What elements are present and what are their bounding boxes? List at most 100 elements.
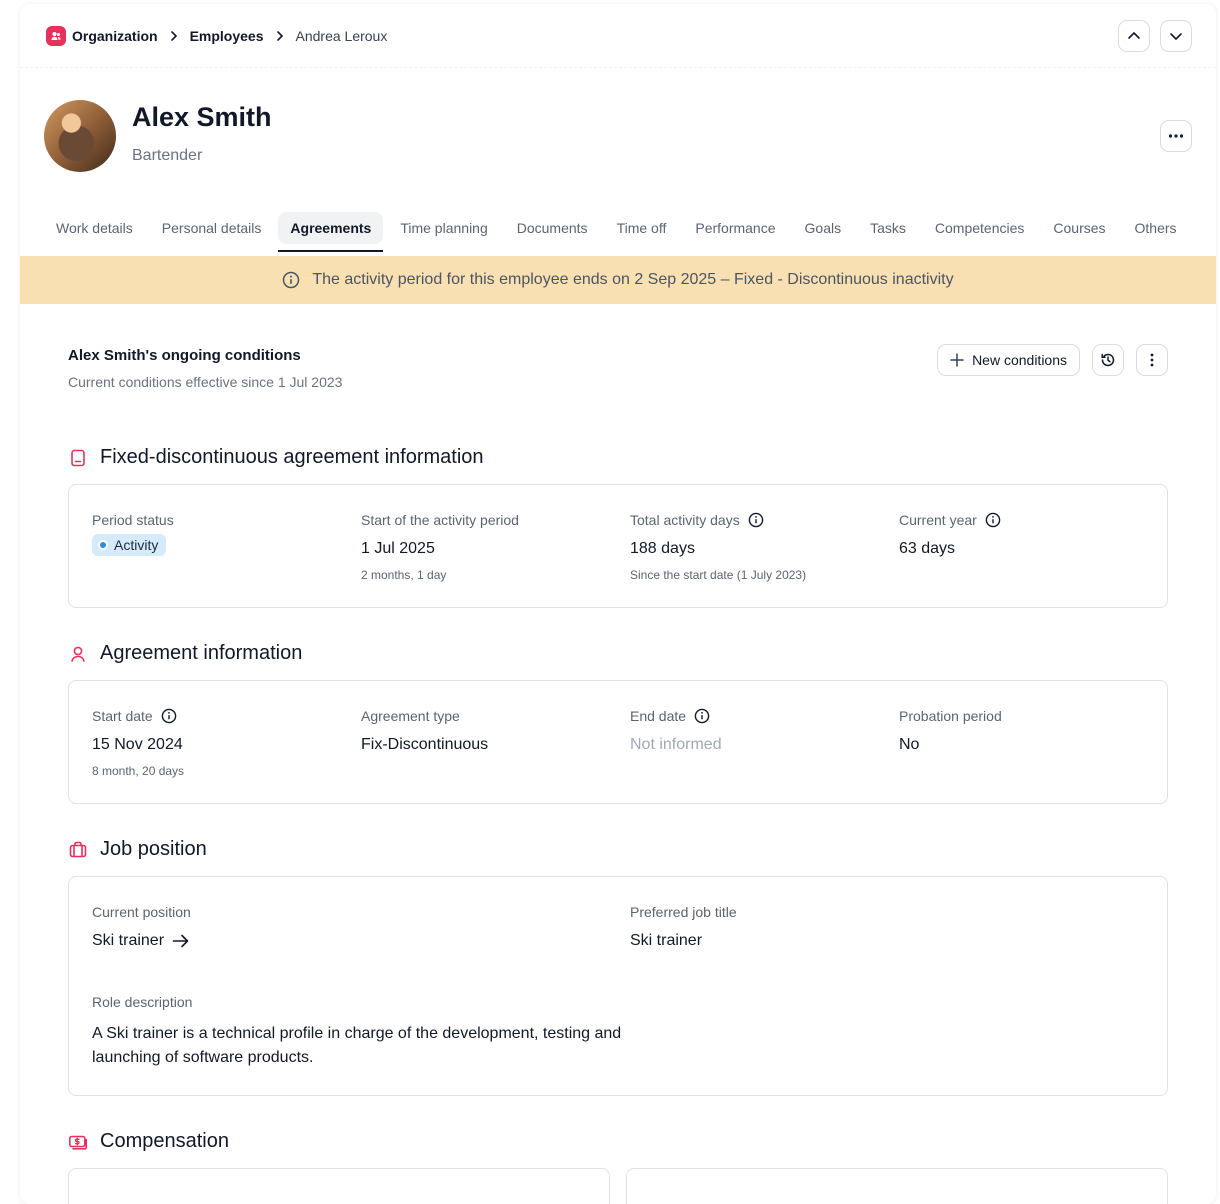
current-position-link[interactable]: Ski trainer <box>92 932 191 950</box>
history-button[interactable] <box>1092 344 1124 376</box>
role-description-label: Role description <box>92 994 193 1010</box>
tab-courses[interactable]: Courses <box>1041 212 1117 244</box>
info-icon[interactable] <box>161 708 177 724</box>
start-date-label-row: Start date <box>92 708 184 724</box>
conditions-subtitle: Current conditions effective since 1 Jul… <box>68 374 343 390</box>
tab-tasks[interactable]: Tasks <box>858 212 918 244</box>
tab-performance[interactable]: Performance <box>683 212 787 244</box>
preferred-title-label: Preferred job title <box>630 904 737 920</box>
tab-time-planning[interactable]: Time planning <box>388 212 499 244</box>
briefcase-icon <box>69 841 87 857</box>
agreement-type-value: Fix-Discontinuous <box>361 736 489 753</box>
info-icon[interactable] <box>694 708 710 724</box>
chevron-up-icon <box>1128 31 1140 39</box>
document-icon <box>71 449 85 466</box>
end-date-value: Not informed <box>630 736 722 753</box>
compensation-section-title: Compensation <box>68 1130 229 1153</box>
status-badge-text: Activity <box>114 537 159 553</box>
activity-start-field: Start of the activity period 1 Jul 2025 … <box>361 512 519 582</box>
chevron-down-icon <box>1170 33 1182 41</box>
compensation-card-left <box>68 1168 610 1204</box>
conditions-menu-button[interactable] <box>1136 344 1168 376</box>
tab-agreements[interactable]: Agreements <box>278 212 384 252</box>
current-year-value: 63 days <box>899 540 956 557</box>
organization-icon <box>46 26 66 46</box>
tab-time-off[interactable]: Time off <box>605 212 679 244</box>
plus-icon <box>950 353 964 367</box>
history-icon <box>1101 353 1115 367</box>
arrow-right-icon <box>172 934 189 948</box>
conditions-actions: New conditions <box>937 344 1168 376</box>
tab-documents[interactable]: Documents <box>505 212 600 244</box>
period-status-field: Period status Activity <box>92 512 174 556</box>
chevron-right-icon <box>170 30 178 42</box>
preferred-title-field: Preferred job title Ski trainer <box>630 904 737 950</box>
person-icon <box>71 646 85 662</box>
money-icon <box>68 1135 87 1150</box>
current-position-label: Current position <box>92 904 191 920</box>
tab-bar: Work details Personal details Agreements… <box>44 212 1194 252</box>
tab-personal-details[interactable]: Personal details <box>150 212 274 244</box>
banner-text: The activity period for this employee en… <box>312 271 954 288</box>
end-date-label: End date <box>630 708 687 724</box>
fixed-section-title: Fixed-discontinuous agreement informatio… <box>68 446 484 469</box>
probation-field: Probation period No <box>899 708 1002 754</box>
start-date-field: Start date 15 Nov 2024 8 month, 20 days <box>92 708 184 778</box>
end-date-field: End date Not informed <box>630 708 722 754</box>
agreement-section-title: Agreement information <box>68 642 302 665</box>
employee-role: Bartender <box>132 147 203 164</box>
current-year-label-row: Current year <box>899 512 1001 528</box>
current-year-field: Current year 63 days <box>899 512 1001 558</box>
tab-goals[interactable]: Goals <box>793 212 854 244</box>
start-date-value: 15 Nov 2024 <box>92 736 183 753</box>
fixed-agreement-card: Period status Activity Start of the acti… <box>68 484 1168 608</box>
agreement-type-label: Agreement type <box>361 708 460 724</box>
job-position-card: Current position Ski trainer Preferred j… <box>68 876 1168 1096</box>
more-horizontal-icon <box>1168 134 1184 138</box>
current-position-value: Ski trainer <box>92 932 165 949</box>
previous-employee-button[interactable] <box>1118 20 1150 52</box>
total-activity-label-row: Total activity days <box>630 512 806 528</box>
more-vertical-icon <box>1150 353 1154 367</box>
next-employee-button[interactable] <box>1160 20 1192 52</box>
total-activity-label: Total activity days <box>630 512 740 528</box>
total-activity-note: Since the start date (1 July 2023) <box>630 568 807 582</box>
agreement-section-heading: Agreement information <box>100 642 303 664</box>
info-icon <box>283 271 300 289</box>
breadcrumb: Organization Employees Andrea Leroux <box>46 26 387 46</box>
top-bar: Organization Employees Andrea Leroux <box>20 4 1216 68</box>
role-description-value: A Ski trainer is a technical profile in … <box>92 1025 622 1066</box>
compensation-section-heading: Compensation <box>100 1130 229 1152</box>
record-navigation <box>1118 20 1192 52</box>
total-activity-value: 188 days <box>630 540 695 557</box>
tab-work-details[interactable]: Work details <box>44 212 145 244</box>
activity-period-banner: The activity period for this employee en… <box>20 256 1216 304</box>
employee-name: Alex Smith <box>132 102 272 132</box>
info-icon[interactable] <box>748 512 764 528</box>
job-section-heading: Job position <box>100 838 207 860</box>
breadcrumb-current: Andrea Leroux <box>295 28 388 44</box>
employee-page: Organization Employees Andrea Leroux Ale… <box>20 4 1216 1204</box>
end-date-label-row: End date <box>630 708 722 724</box>
start-date-label: Start date <box>92 708 153 724</box>
activity-start-note: 2 months, 1 day <box>361 568 447 582</box>
breadcrumb-organization[interactable]: Organization <box>72 28 158 44</box>
new-conditions-label: New conditions <box>972 352 1067 368</box>
current-position-field: Current position Ski trainer <box>92 904 191 950</box>
agreement-card: Start date 15 Nov 2024 8 month, 20 days … <box>68 680 1168 804</box>
job-section-title: Job position <box>68 838 207 861</box>
tab-competencies[interactable]: Competencies <box>923 212 1037 244</box>
agreement-type-field: Agreement type Fix-Discontinuous <box>361 708 488 754</box>
new-conditions-button[interactable]: New conditions <box>937 344 1080 376</box>
info-icon[interactable] <box>985 512 1001 528</box>
activity-start-value: 1 Jul 2025 <box>361 540 435 557</box>
probation-label: Probation period <box>899 708 1002 724</box>
probation-value: No <box>899 736 920 753</box>
tab-others[interactable]: Others <box>1123 212 1189 244</box>
breadcrumb-employees[interactable]: Employees <box>190 28 264 44</box>
status-badge: Activity <box>92 534 167 556</box>
status-dot <box>100 542 106 548</box>
total-activity-field: Total activity days 188 days Since the s… <box>630 512 806 582</box>
role-description-field: Role description A Ski trainer is a tech… <box>92 994 652 1070</box>
more-actions-button[interactable] <box>1160 120 1192 152</box>
